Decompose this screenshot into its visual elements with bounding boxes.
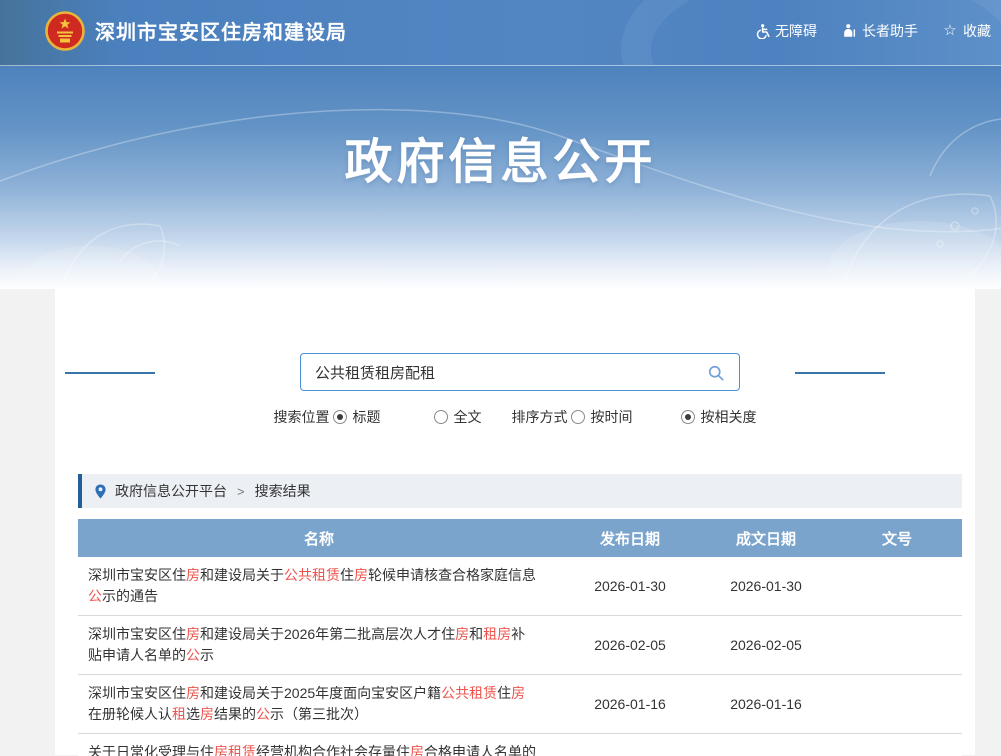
title-text: 结果的 <box>214 706 256 722</box>
radio-bytime-icon[interactable] <box>571 410 585 424</box>
keyword-highlight: 房 <box>354 567 368 583</box>
keyword-highlight: 公 <box>88 588 102 604</box>
accessibility-icon <box>754 23 770 39</box>
results-table-body: 深圳市宝安区住房和建设局关于公共租赁住房轮候申请核查合格家庭信息公示的通告202… <box>78 557 962 756</box>
elder-mode-link[interactable]: 长者助手 <box>841 21 918 41</box>
publish-date: 2026-01-30 <box>560 578 700 594</box>
radio-byrelevance-icon[interactable] <box>681 410 695 424</box>
radio-option-byrelevance[interactable]: 按相关度 <box>681 407 757 427</box>
keyword-highlight: 房租赁 <box>214 744 256 756</box>
keyword-highlight: 房 <box>200 706 214 722</box>
column-header-doc-number: 文号 <box>832 528 962 549</box>
table-row: 深圳市宝安区住房和建设局关于公共租赁住房轮候申请核查合格家庭信息公示的通告202… <box>78 557 962 616</box>
search-options-row: 搜索位置 标题 全文 排序方式 按时间 按相关度 <box>55 407 975 427</box>
result-title-link[interactable]: 关于日常化受理与住房租赁经营机构合作社会存量住房合格申请人名单的公示 <box>78 734 560 756</box>
column-header-publish-date: 发布日期 <box>560 528 700 549</box>
favorite-link[interactable]: ☆ 收藏 <box>942 21 991 41</box>
brand: 深圳市宝安区住房和建设局 <box>45 11 347 51</box>
breadcrumb-root-link[interactable]: 政府信息公开平台 <box>115 481 227 501</box>
radio-option-title[interactable]: 标题 <box>333 407 381 427</box>
utility-nav: 无障碍 长者助手 ☆ 收藏 <box>754 21 991 41</box>
radio-fulltext-icon[interactable] <box>434 410 448 424</box>
page-title: 政府信息公开 <box>0 66 1001 192</box>
title-text: 合格申请人名单的 <box>424 744 536 756</box>
title-text: 深圳市宝安区住 <box>88 626 186 642</box>
accessibility-link[interactable]: 无障碍 <box>754 21 817 41</box>
keyword-highlight: 房 <box>186 567 200 583</box>
column-header-written-date: 成文日期 <box>700 528 832 549</box>
site-title: 深圳市宝安区住房和建设局 <box>95 16 347 45</box>
breadcrumb-separator: > <box>237 484 245 499</box>
written-date: 2026-02-05 <box>700 637 832 653</box>
sort-mode-label: 排序方式 <box>512 407 568 427</box>
keyword-highlight: 房 <box>511 685 525 701</box>
results-table: 名称 发布日期 成文日期 文号 深圳市宝安区住房和建设局关于公共租赁住房轮候申请… <box>78 519 962 756</box>
title-text: 和建设局关于2025年度面向宝安区户籍 <box>200 685 441 701</box>
result-title-link[interactable]: 深圳市宝安区住房和建设局关于公共租赁住房轮候申请核查合格家庭信息公示的通告 <box>78 557 560 615</box>
table-row: 关于日常化受理与住房租赁经营机构合作社会存量住房合格申请人名单的公示2026-0… <box>78 734 962 756</box>
title-text: 示的通告 <box>102 588 158 604</box>
keyword-highlight: 租房 <box>483 626 511 642</box>
elder-mode-label: 长者助手 <box>862 21 918 41</box>
keyword-highlight: 公共租赁 <box>284 567 340 583</box>
favorite-label: 收藏 <box>963 21 991 41</box>
radio-option-bytime[interactable]: 按时间 <box>571 407 633 427</box>
publish-date: 2026-02-05 <box>560 637 700 653</box>
title-text: 深圳市宝安区住 <box>88 567 186 583</box>
title-text: 示 <box>200 647 214 663</box>
search-button[interactable] <box>703 361 729 385</box>
result-title-link[interactable]: 深圳市宝安区住房和建设局关于2025年度面向宝安区户籍公共租赁住房在册轮候人认租… <box>78 675 560 733</box>
column-header-name: 名称 <box>78 528 560 549</box>
title-text: 住 <box>340 567 354 583</box>
radio-bytime-label[interactable]: 按时间 <box>591 407 633 427</box>
radio-title-icon[interactable] <box>333 410 347 424</box>
title-text: 轮候申请核查合格家庭信息 <box>368 567 536 583</box>
keyword-highlight: 房 <box>455 626 469 642</box>
search-decoration-line-left <box>65 372 155 374</box>
search-input[interactable] <box>300 353 740 391</box>
written-date: 2026-01-30 <box>700 578 832 594</box>
keyword-highlight: 房 <box>186 685 200 701</box>
elder-icon <box>841 23 857 39</box>
title-text: 住 <box>497 685 511 701</box>
keyword-highlight: 房 <box>186 626 200 642</box>
radio-option-fulltext[interactable]: 全文 <box>434 407 482 427</box>
results-table-header: 名称 发布日期 成文日期 文号 <box>78 519 962 557</box>
publish-date: 2026-01-16 <box>560 696 700 712</box>
search-icon <box>706 363 726 383</box>
radio-title-label[interactable]: 标题 <box>353 407 381 427</box>
radio-fulltext-label[interactable]: 全文 <box>454 407 482 427</box>
top-bar: 深圳市宝安区住房和建设局 无障碍 长者助手 <box>0 0 1001 66</box>
radio-byrelevance-label[interactable]: 按相关度 <box>701 407 757 427</box>
table-row: 深圳市宝安区住房和建设局关于2025年度面向宝安区户籍公共租赁住房在册轮候人认租… <box>78 675 962 734</box>
table-row: 深圳市宝安区住房和建设局关于2026年第二批高层次人才住房和租房补贴申请人名单的… <box>78 616 962 675</box>
result-title-link[interactable]: 深圳市宝安区住房和建设局关于2026年第二批高层次人才住房和租房补贴申请人名单的… <box>78 616 560 674</box>
title-text: 深圳市宝安区住 <box>88 685 186 701</box>
banner: 政府信息公开 <box>0 66 1001 289</box>
accessibility-label: 无障碍 <box>775 21 817 41</box>
written-date: 2026-01-16 <box>700 696 832 712</box>
keyword-highlight: 公 <box>186 647 200 663</box>
breadcrumb-current: 搜索结果 <box>255 481 311 501</box>
keyword-highlight: 公 <box>256 706 270 722</box>
title-text: 经营机构合作社会存量住 <box>256 744 410 756</box>
star-icon: ☆ <box>942 23 958 39</box>
title-text: 在册轮候人认 <box>88 706 172 722</box>
title-text: 和 <box>469 626 483 642</box>
keyword-highlight: 房 <box>410 744 424 756</box>
keyword-highlight: 租 <box>172 706 186 722</box>
location-pin-icon <box>94 484 107 499</box>
title-text: 示（第三批次） <box>270 706 368 722</box>
title-text: 和建设局关于 <box>200 567 284 583</box>
keyword-highlight: 公共租赁 <box>441 685 497 701</box>
content-card: 搜索位置 标题 全文 排序方式 按时间 按相关度 <box>55 289 975 755</box>
breadcrumb: 政府信息公开平台 > 搜索结果 <box>78 474 962 508</box>
title-text: 和建设局关于2026年第二批高层次人才住 <box>200 626 455 642</box>
title-text: 选 <box>186 706 200 722</box>
search-position-label: 搜索位置 <box>274 407 330 427</box>
national-emblem-logo <box>45 11 85 51</box>
page-body: 搜索位置 标题 全文 排序方式 按时间 按相关度 <box>0 289 1001 755</box>
search-decoration-line-right <box>795 372 885 374</box>
title-text: 关于日常化受理与住 <box>88 744 214 756</box>
